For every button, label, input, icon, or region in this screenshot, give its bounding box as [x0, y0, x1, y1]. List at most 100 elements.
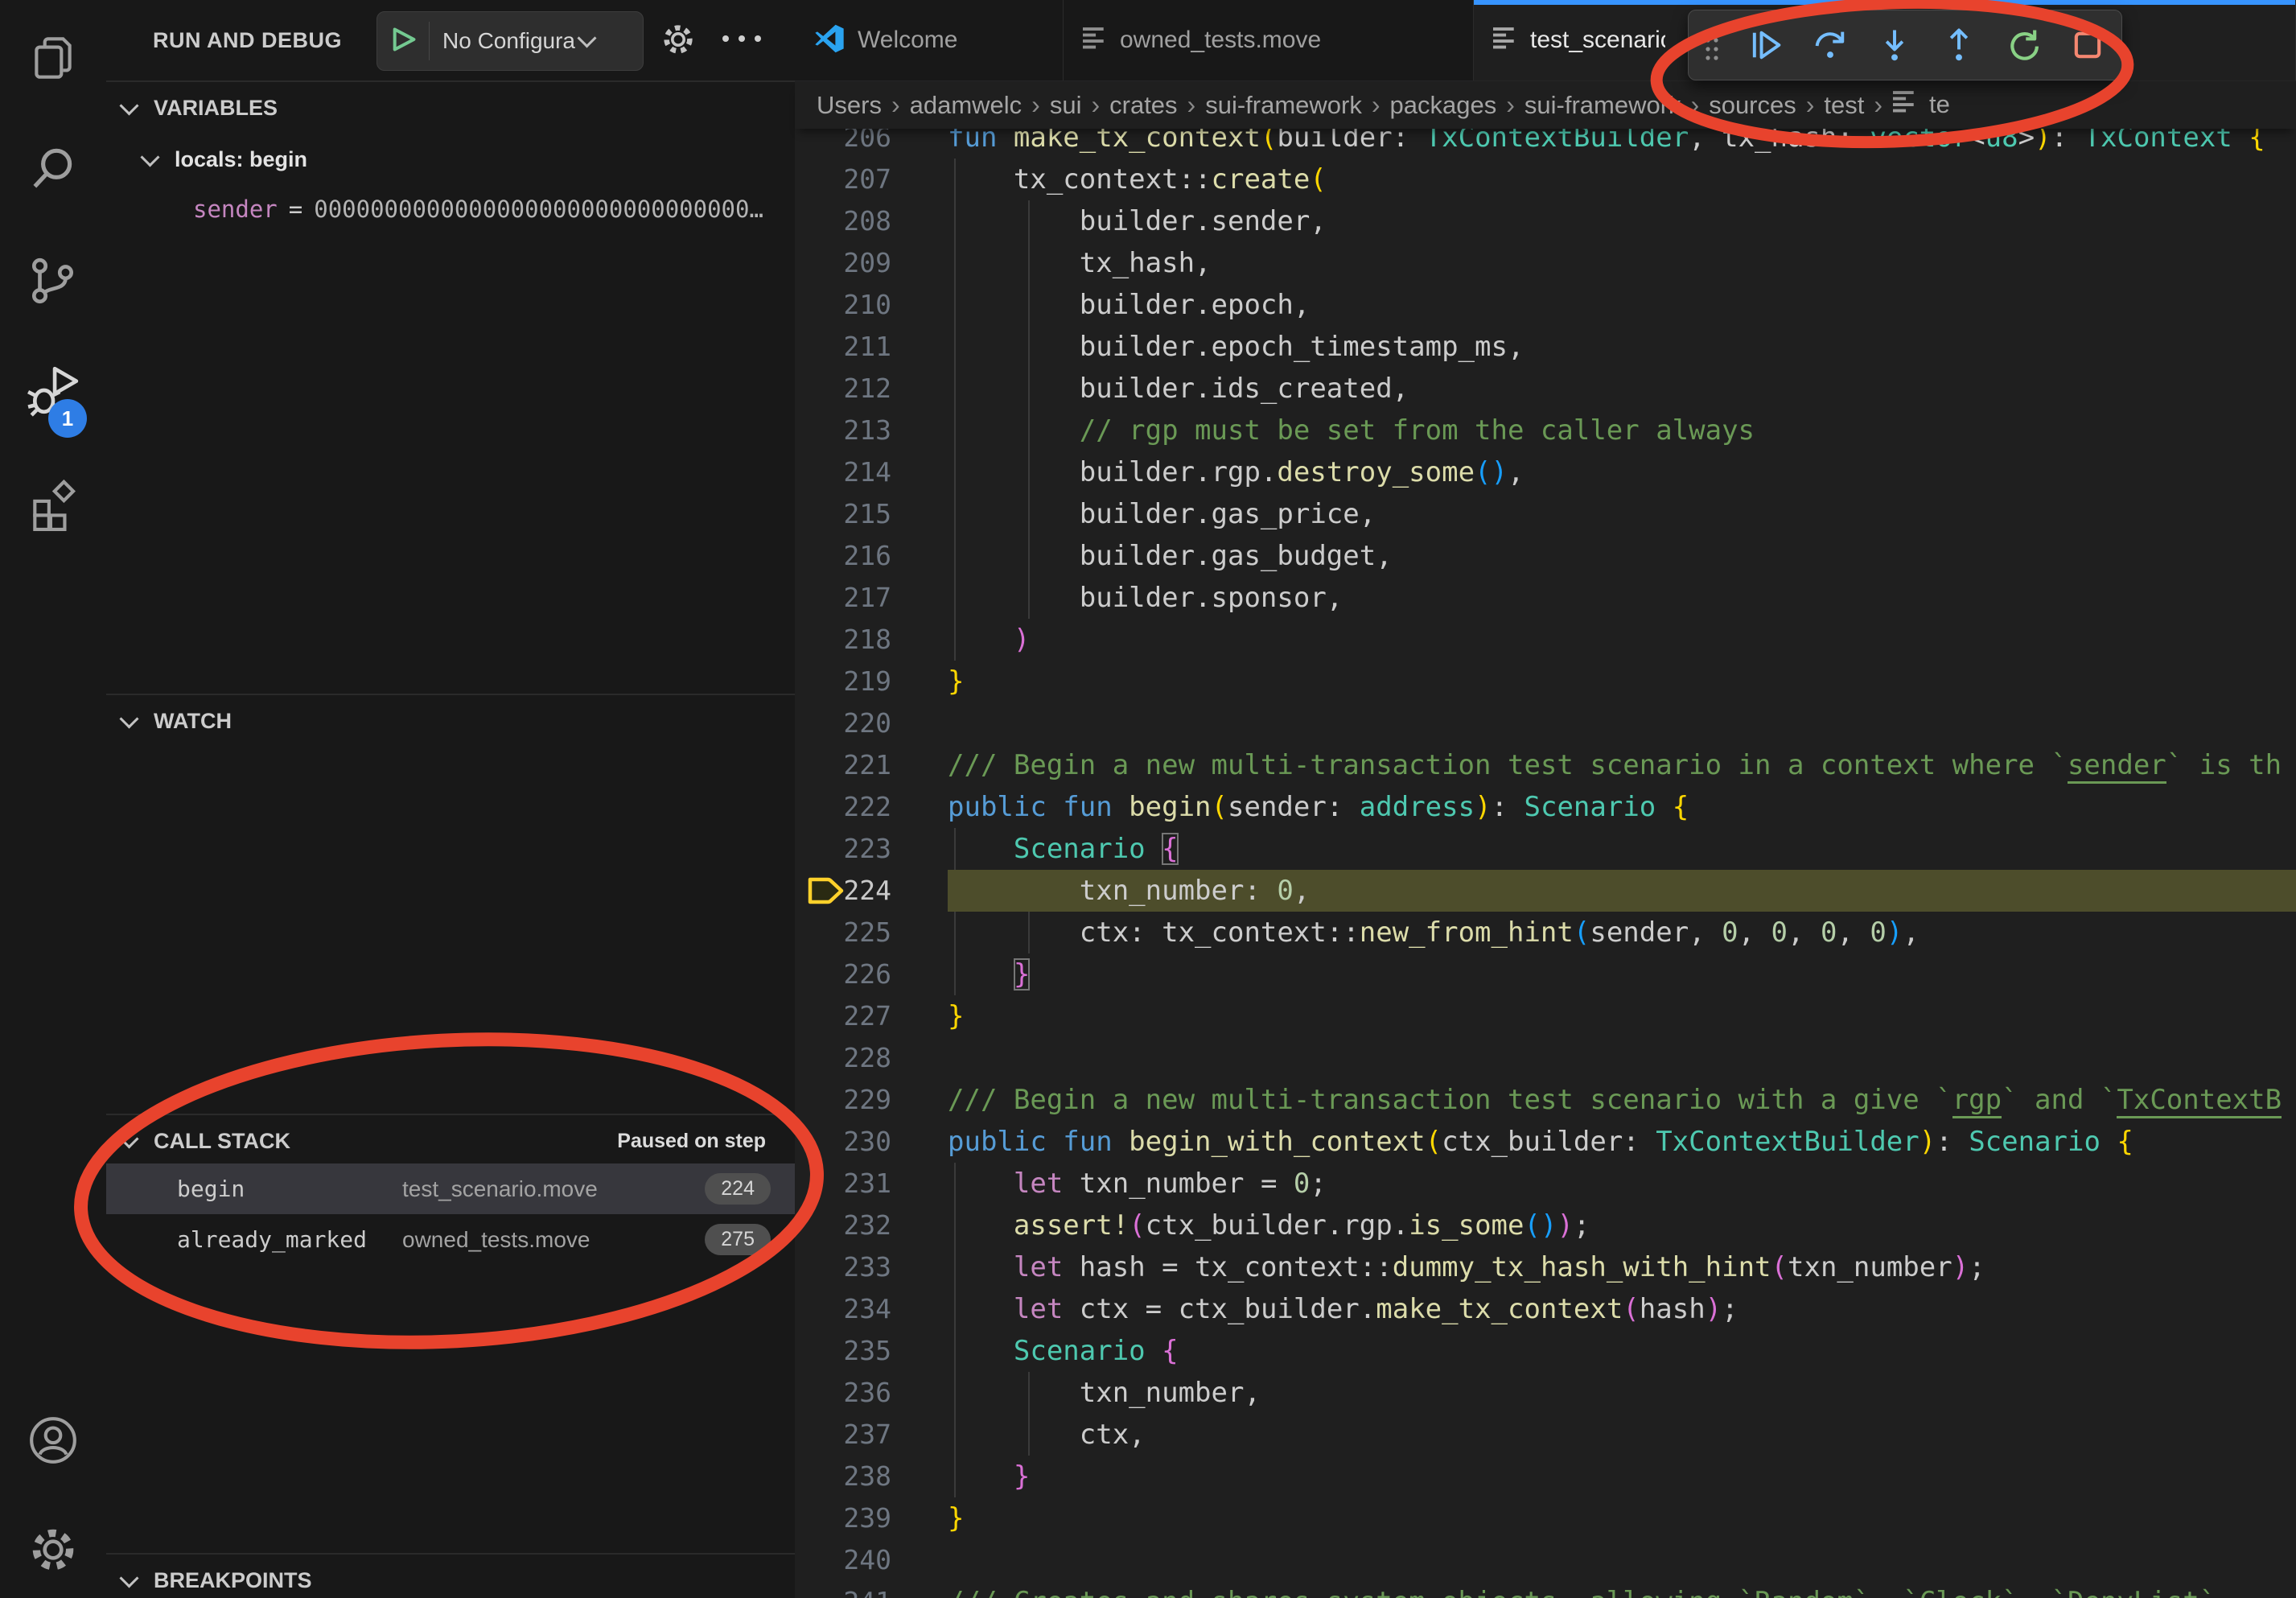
line-number[interactable]: 232 [795, 1205, 948, 1246]
code-text[interactable]: /// Begin a new multi-transaction test s… [948, 1079, 2296, 1121]
line-number[interactable]: 211 [795, 326, 948, 368]
more-actions-icon[interactable] [719, 32, 764, 49]
continue-button[interactable] [1745, 24, 1787, 66]
debug-settings-gear-icon[interactable] [660, 21, 697, 62]
step-over-button[interactable] [1809, 24, 1851, 66]
line-number[interactable]: 235 [795, 1330, 948, 1372]
code-text[interactable]: Scenario { [948, 1330, 2296, 1372]
explorer-icon[interactable] [27, 32, 80, 85]
stack-frame-row[interactable]: already_marked owned_tests.move 275 [106, 1214, 795, 1265]
code-editor[interactable]: 206fun make_tx_context(builder: TxContex… [795, 117, 2296, 1598]
breadcrumb-item[interactable]: sources [1709, 91, 1796, 119]
code-text[interactable]: } [948, 661, 2296, 702]
line-number[interactable]: 207 [795, 159, 948, 200]
breadcrumb-file[interactable]: te [1929, 90, 1950, 119]
code-text[interactable]: ctx, [948, 1414, 2296, 1456]
line-number[interactable]: 213 [795, 410, 948, 451]
line-number[interactable]: 231 [795, 1163, 948, 1205]
code-text[interactable] [948, 702, 2296, 744]
line-number[interactable]: 239 [795, 1497, 948, 1539]
code-text[interactable]: txn_number, [948, 1372, 2296, 1414]
line-number[interactable]: 218 [795, 619, 948, 661]
tab-owned-tests[interactable]: owned_tests.move [1064, 0, 1474, 80]
breadcrumb-item[interactable]: sui [1050, 91, 1082, 119]
breadcrumb-item[interactable]: packages [1390, 91, 1497, 119]
code-text[interactable]: let hash = tx_context::dummy_tx_hash_wit… [948, 1246, 2296, 1288]
code-text[interactable]: txn_number: 0, [948, 870, 2296, 912]
line-number[interactable]: 230 [795, 1121, 948, 1163]
code-text[interactable]: /// Creates and shares system objects, a… [948, 1581, 2296, 1598]
line-number[interactable]: 209 [795, 242, 948, 284]
code-text[interactable]: } [948, 1497, 2296, 1539]
code-text[interactable]: } [948, 953, 2296, 995]
line-number[interactable]: 234 [795, 1288, 948, 1330]
search-icon[interactable] [27, 142, 80, 195]
line-number[interactable]: 229 [795, 1079, 948, 1121]
line-number[interactable]: 237 [795, 1414, 948, 1456]
breadcrumb-item[interactable]: sui-framework [1205, 91, 1362, 119]
code-text[interactable]: builder.epoch_timestamp_ms, [948, 326, 2296, 368]
chevron-down-icon[interactable] [577, 28, 596, 47]
code-text[interactable]: assert!(ctx_builder.rgp.is_some()); [948, 1205, 2296, 1246]
source-control-icon[interactable] [27, 254, 80, 307]
line-number[interactable]: 221 [795, 744, 948, 786]
line-number[interactable]: 236 [795, 1372, 948, 1414]
variable-row[interactable]: sender = 0000000000000000000000000000000… [193, 188, 792, 230]
code-text[interactable]: Scenario { [948, 828, 2296, 870]
line-number[interactable]: 228 [795, 1037, 948, 1079]
code-text[interactable]: public fun begin_with_context(ctx_builde… [948, 1121, 2296, 1163]
code-text[interactable]: tx_hash, [948, 242, 2296, 284]
code-text[interactable]: ctx: tx_context::new_from_hint(sender, 0… [948, 912, 2296, 953]
line-number[interactable]: 219 [795, 661, 948, 702]
step-out-button[interactable] [1938, 24, 1980, 66]
variables-scope-row[interactable]: locals: begin [106, 138, 795, 180]
line-number[interactable]: 217 [795, 577, 948, 619]
line-number[interactable]: 215 [795, 493, 948, 535]
code-text[interactable]: builder.gas_budget, [948, 535, 2296, 577]
settings-gear-icon[interactable] [27, 1523, 80, 1576]
code-text[interactable]: builder.sender, [948, 200, 2296, 242]
code-text[interactable]: builder.sponsor, [948, 577, 2296, 619]
code-text[interactable]: ) [948, 619, 2296, 661]
code-text[interactable]: } [948, 995, 2296, 1037]
breadcrumb-item[interactable]: crates [1109, 91, 1177, 119]
code-text[interactable]: tx_context::create( [948, 159, 2296, 200]
code-text[interactable]: builder.ids_created, [948, 368, 2296, 410]
debug-config-dropdown[interactable]: No Configura [442, 28, 575, 54]
line-number[interactable]: 216 [795, 535, 948, 577]
code-text[interactable]: builder.epoch, [948, 284, 2296, 326]
code-text[interactable]: } [948, 1456, 2296, 1497]
breadcrumb-item[interactable]: sui-framework [1524, 91, 1681, 119]
line-number[interactable]: 223 [795, 828, 948, 870]
stop-button[interactable] [2067, 24, 2109, 66]
line-number[interactable]: 226 [795, 953, 948, 995]
code-text[interactable]: builder.rgp.destroy_some(), [948, 451, 2296, 493]
code-text[interactable] [948, 1037, 2296, 1079]
breadcrumb-item[interactable]: test [1824, 91, 1864, 119]
restart-button[interactable] [2002, 24, 2044, 66]
breadcrumb-item[interactable]: Users [817, 91, 882, 119]
breakpoints-section-header[interactable]: BREAKPOINTS [106, 1559, 795, 1598]
line-number[interactable]: 210 [795, 284, 948, 326]
stack-frame-row[interactable]: begin test_scenario.move 224 [106, 1163, 795, 1214]
code-text[interactable] [948, 1539, 2296, 1581]
tab-welcome[interactable]: Welcome [795, 0, 1064, 80]
line-number[interactable]: 220 [795, 702, 948, 744]
line-number[interactable]: 222 [795, 786, 948, 828]
start-debug-icon[interactable] [390, 26, 418, 57]
line-number[interactable]: 233 [795, 1246, 948, 1288]
code-text[interactable]: let txn_number = 0; [948, 1163, 2296, 1205]
variables-section-header[interactable]: VARIABLES [106, 87, 795, 129]
extensions-icon[interactable] [27, 478, 80, 531]
line-number[interactable]: 227 [795, 995, 948, 1037]
watch-section-header[interactable]: WATCH [106, 700, 795, 742]
code-text[interactable]: // rgp must be set from the caller alway… [948, 410, 2296, 451]
line-number[interactable]: 240 [795, 1539, 948, 1581]
code-text[interactable]: /// Begin a new multi-transaction test s… [948, 744, 2296, 786]
step-into-button[interactable] [1874, 24, 1915, 66]
accounts-icon[interactable] [27, 1414, 80, 1467]
code-text[interactable]: let ctx = ctx_builder.make_tx_context(ha… [948, 1288, 2296, 1330]
line-number[interactable]: 208 [795, 200, 948, 242]
line-number[interactable]: 241 [795, 1581, 948, 1598]
line-number[interactable]: 214 [795, 451, 948, 493]
